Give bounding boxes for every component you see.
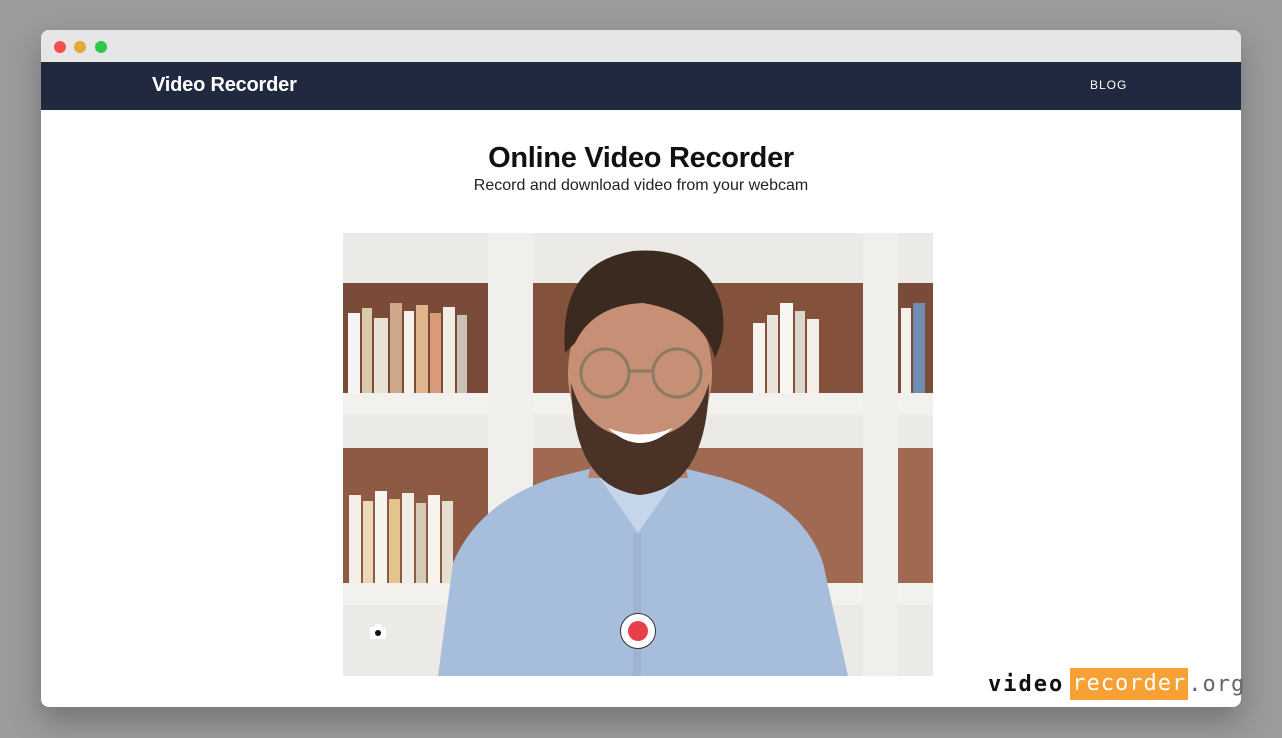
webcam-video-preview	[343, 233, 933, 676]
watermark-part-recorder: recorder	[1070, 668, 1189, 700]
webcam-frame-image	[343, 233, 933, 676]
browser-window: Video Recorder BLOG Online Video Recorde…	[41, 30, 1241, 707]
page-title: Online Video Recorder	[488, 142, 794, 174]
watermark-part-video: video	[988, 671, 1065, 697]
top-navbar: Video Recorder BLOG	[41, 62, 1241, 110]
minimize-window-button[interactable]	[74, 41, 86, 53]
switch-camera-icon[interactable]	[370, 624, 386, 639]
site-watermark: video recorder .org	[988, 668, 1245, 700]
brand-logo[interactable]: Video Recorder	[152, 74, 297, 97]
record-button[interactable]	[620, 613, 656, 649]
window-titlebar	[41, 30, 1241, 62]
close-window-button[interactable]	[54, 41, 66, 53]
nav-blog-link[interactable]: BLOG	[1090, 78, 1127, 92]
watermark-part-org: .org	[1188, 671, 1246, 697]
page-subtitle: Record and download video from your webc…	[473, 177, 809, 194]
maximize-window-button[interactable]	[95, 41, 107, 53]
